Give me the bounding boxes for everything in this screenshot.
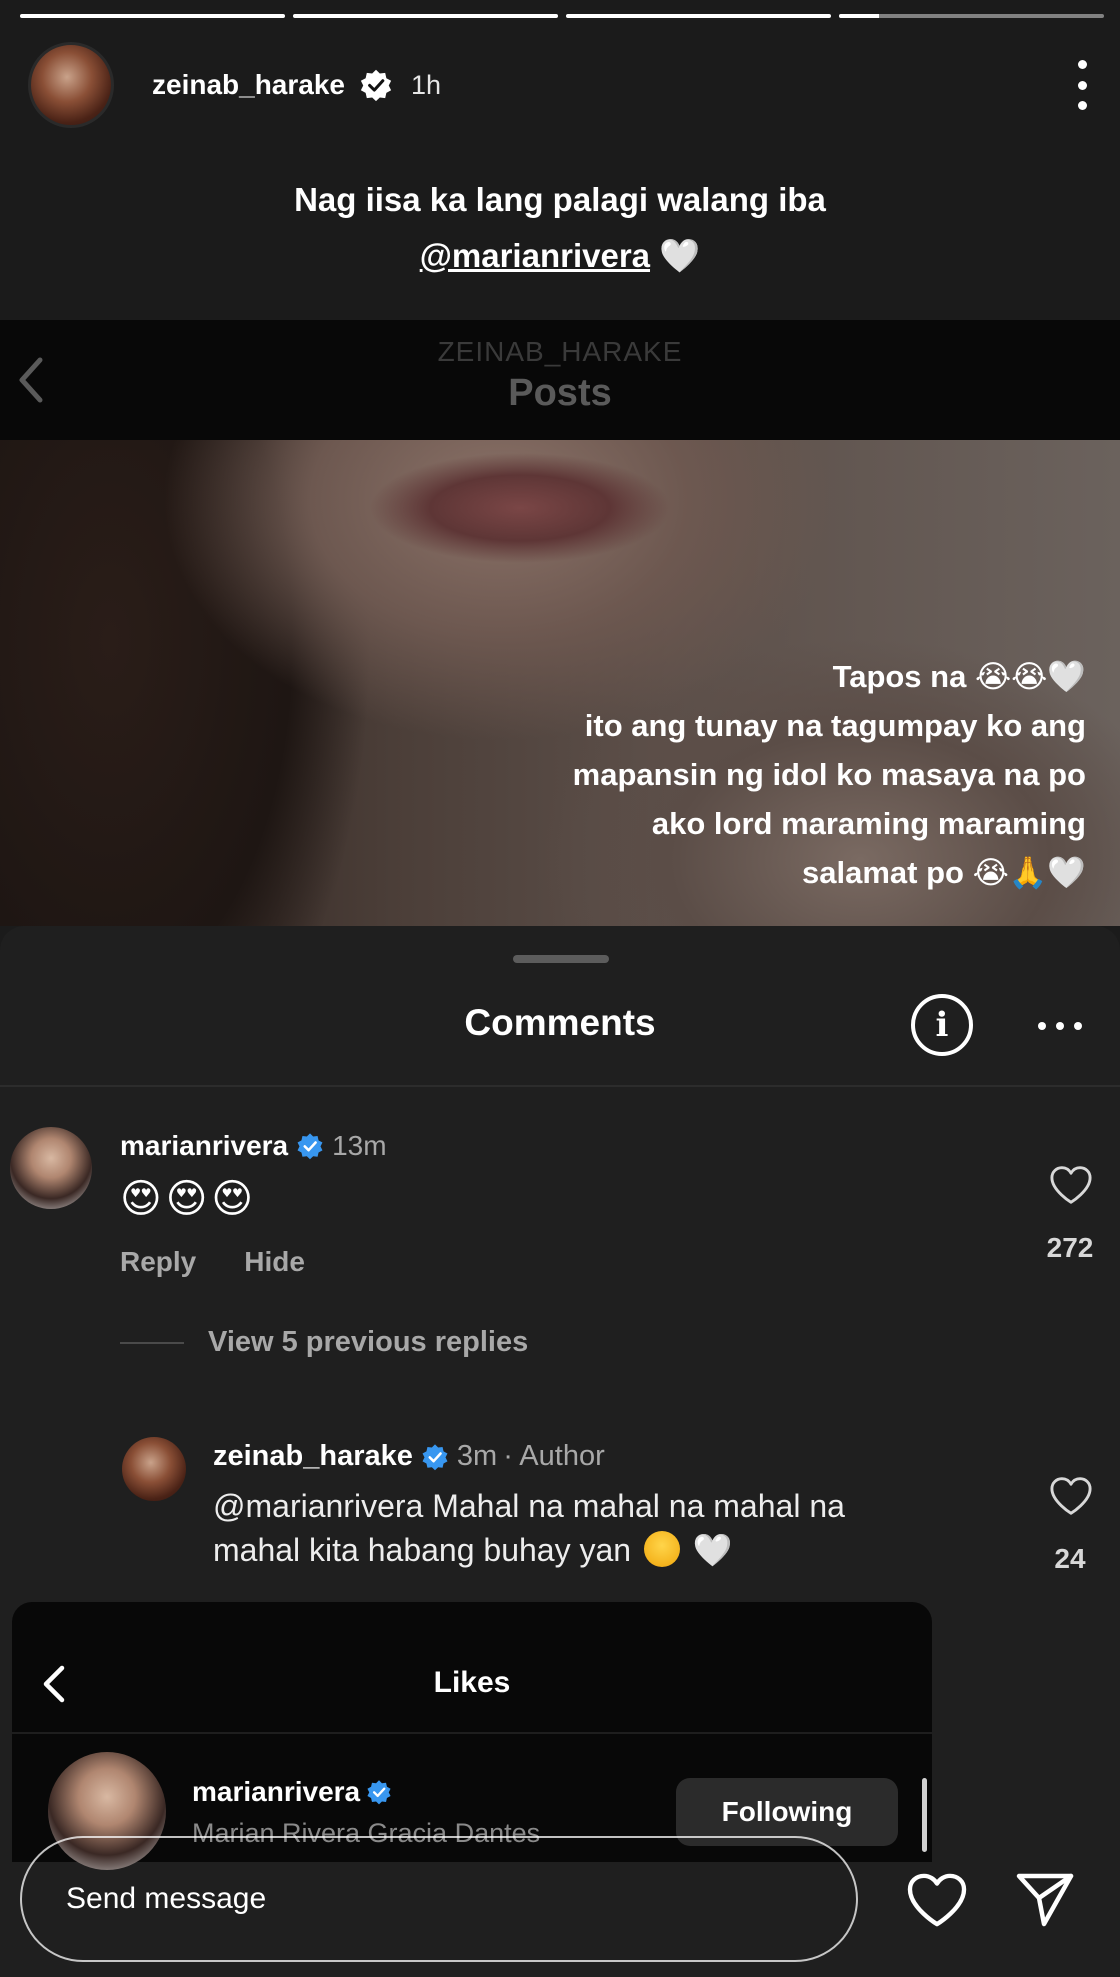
heart-outline-icon[interactable]: [906, 1872, 968, 1928]
heart-outline-icon[interactable]: [1049, 1476, 1093, 1516]
likes-title: Likes: [433, 1666, 511, 1699]
likes-divider: [12, 1732, 932, 1734]
send-icon[interactable]: [1014, 1870, 1076, 1928]
view-replies-label: View 5 previous replies: [208, 1326, 529, 1358]
reply-username[interactable]: zeinab_harake: [213, 1440, 413, 1473]
reply-like-count: 24: [1054, 1543, 1086, 1574]
reply-line: @marianrivera Mahal na mahal na mahal na: [213, 1488, 845, 1524]
send-message-input[interactable]: Send message: [20, 1836, 858, 1962]
story-caption: Nag iisa ka lang palagi walang iba @mari…: [0, 172, 1120, 284]
liker-username-row: marianrivera: [192, 1776, 392, 1808]
like-count: 272: [1046, 1232, 1094, 1263]
liker-username[interactable]: marianrivera: [192, 1776, 360, 1808]
reply-author-avatar[interactable]: [122, 1437, 186, 1501]
view-previous-replies[interactable]: View 5 previous replies: [120, 1326, 528, 1359]
more-options-icon[interactable]: [1072, 60, 1092, 110]
overlay-line: ako lord maraming maraming: [651, 806, 1086, 841]
reply-header: zeinab_harake 3m · Author: [213, 1440, 605, 1473]
reply-button[interactable]: Reply: [120, 1246, 196, 1278]
more-horizontal-icon[interactable]: [1038, 1022, 1082, 1032]
comment-actions: Reply Hide: [120, 1246, 305, 1278]
commenter-avatar[interactable]: [10, 1127, 92, 1209]
likes-scrollbar[interactable]: [922, 1778, 927, 1852]
story-username[interactable]: zeinab_harake: [152, 69, 345, 101]
verified-badge-icon: [421, 1443, 449, 1471]
info-circle-icon[interactable]: i: [911, 994, 973, 1056]
overlay-line: Tapos na 😭😭🤍: [832, 659, 1086, 694]
reply-line-text: mahal kita habang buhay yan: [213, 1532, 632, 1568]
reply-line-2: mahal kita habang buhay yan 🤍: [213, 1528, 1013, 1572]
reply-body: @marianrivera Mahal na mahal na mahal na…: [213, 1484, 1013, 1572]
comment-username[interactable]: marianrivera: [120, 1130, 288, 1162]
story-header: zeinab_harake 1h: [28, 40, 1092, 130]
story-author-avatar[interactable]: [28, 42, 114, 128]
story-timestamp: 1h: [411, 69, 442, 100]
mention-link[interactable]: @marianrivera: [420, 237, 650, 274]
overlay-line: ito ang tunay na tagumpay ko ang: [584, 708, 1086, 743]
story-progress-bar: [20, 14, 1104, 20]
heart-outline-icon[interactable]: [1049, 1165, 1093, 1205]
sheet-grabber-handle[interactable]: [513, 955, 609, 963]
progress-segment: [20, 14, 285, 18]
caption-line: Nag iisa ka lang palagi walang iba: [294, 181, 826, 218]
verified-badge-icon: [296, 1132, 324, 1160]
overlay-line: salamat po 😭🙏🤍: [802, 855, 1086, 890]
overlay-line: mapansin ng idol ko masaya na po: [572, 757, 1086, 792]
white-heart-emoji: 🤍: [692, 1532, 733, 1568]
verified-badge-icon: [366, 1779, 392, 1805]
progress-segment: [293, 14, 558, 18]
post-section-title: Posts: [508, 372, 612, 414]
author-tag: · Author: [503, 1440, 605, 1472]
comment-body: 😍😍😍: [120, 1176, 257, 1222]
caption-line-2: @marianrivera 🤍: [0, 228, 1120, 284]
send-message-placeholder: Send message: [66, 1882, 267, 1915]
header-divider: [0, 1085, 1120, 1087]
post-owner-label: ZEINAB_HARAKE: [437, 336, 683, 367]
reply-timestamp: 3m: [456, 1440, 498, 1472]
verified-badge-icon: [359, 68, 393, 102]
heart-eyes-emoji: 😍😍😍: [120, 1177, 258, 1221]
comment-header: marianrivera 13m: [120, 1130, 387, 1162]
progress-segment: [566, 14, 831, 18]
comment-timestamp: 13m: [332, 1130, 387, 1161]
replies-line: [120, 1341, 184, 1344]
post-overlay-text: Tapos na 😭😭🤍 ito ang tunay na tagumpay k…: [366, 652, 1086, 897]
hide-button[interactable]: Hide: [244, 1246, 305, 1278]
pleading-face-emoji: [643, 1531, 680, 1567]
progress-segment: [839, 14, 1104, 18]
white-heart-emoji: 🤍: [659, 237, 701, 274]
